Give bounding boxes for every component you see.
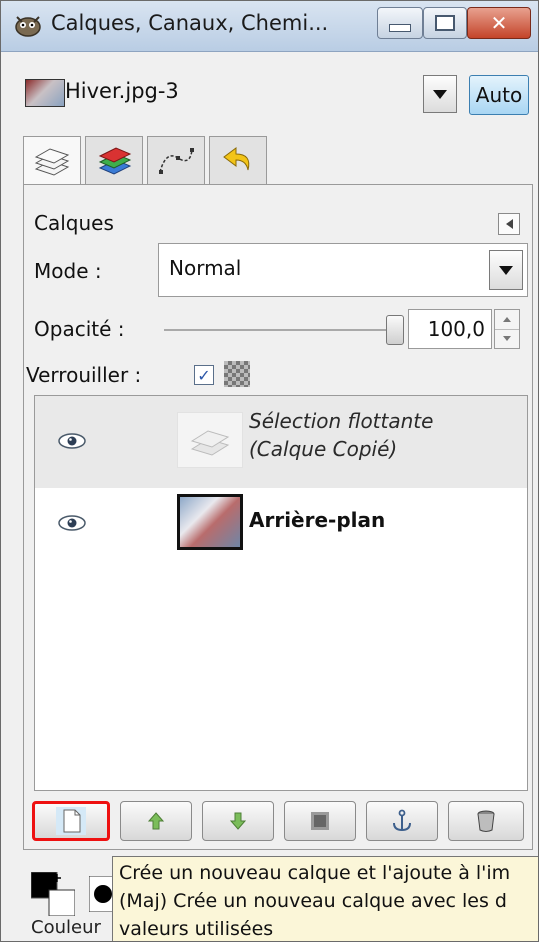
arrow-up-icon (147, 812, 165, 830)
window-title: Calques, Canaux, Chemi... (51, 11, 329, 35)
lock-alpha-icon[interactable] (224, 361, 250, 387)
close-button[interactable]: ✕ (467, 7, 531, 39)
panel-menu-button[interactable] (498, 213, 520, 235)
tab-undo-history[interactable] (209, 136, 267, 184)
layer-name-line2: (Calque Copié) (249, 437, 398, 461)
layers-dock-window: Calques, Canaux, Chemi... ✕ Hiver.jpg-3 … (0, 0, 539, 942)
floating-selection-icon (190, 430, 230, 456)
opacity-label: Opacité : (34, 317, 125, 341)
spin-down-icon (503, 336, 511, 341)
mode-value: Normal (169, 256, 242, 280)
tab-channels[interactable] (85, 136, 143, 184)
layers-list: Sélection flottante (Calque Copié) Arriè… (34, 395, 528, 791)
mode-label: Mode : (34, 259, 102, 283)
checkmark-icon: ✓ (197, 365, 211, 385)
mode-dropdown-button[interactable] (489, 250, 523, 290)
tab-layers[interactable] (23, 136, 81, 186)
layers-panel: Calques Mode : Normal Opacité : 100,0 Ve… (23, 184, 533, 850)
minimize-button[interactable] (377, 7, 423, 39)
maximize-icon (435, 15, 455, 31)
color-label: Couleur (31, 917, 101, 938)
brush-circle-icon[interactable] (89, 876, 113, 912)
layer-thumbnail (177, 412, 243, 468)
paths-icon (159, 147, 194, 174)
layers-stack-icon (34, 147, 70, 176)
panel-menu-icon (505, 219, 513, 229)
channels-icon (98, 146, 132, 175)
spin-up-icon (503, 317, 511, 322)
opacity-input[interactable]: 100,0 (408, 309, 492, 349)
opacity-spinner[interactable] (494, 309, 520, 349)
duplicate-icon (311, 812, 329, 830)
image-dropdown-button[interactable] (423, 75, 457, 113)
anchor-layer-button[interactable] (366, 801, 438, 841)
fg-bg-color-icon[interactable] (31, 872, 75, 916)
opacity-slider[interactable] (164, 329, 394, 331)
spin-down-button[interactable] (495, 329, 519, 348)
undo-icon (223, 146, 250, 170)
eye-visibility-icon[interactable] (57, 432, 87, 450)
tab-paths[interactable] (147, 136, 205, 184)
mode-select[interactable]: Normal (158, 243, 528, 297)
chevron-down-icon (499, 265, 513, 275)
new-layer-icon (56, 807, 86, 835)
layer-row-background[interactable]: Arrière-plan (35, 488, 527, 580)
gimp-app-icon (15, 16, 41, 37)
lock-label: Verrouiller : (26, 363, 142, 387)
close-icon: ✕ (490, 11, 508, 35)
duplicate-layer-button[interactable] (284, 801, 356, 841)
panel-title: Calques (34, 211, 114, 235)
layer-name: Arrière-plan (249, 508, 386, 532)
lock-pixels-checkbox[interactable]: ✓ (194, 365, 214, 385)
opacity-slider-handle[interactable] (386, 315, 404, 345)
delete-layer-button[interactable] (448, 801, 524, 841)
auto-button[interactable]: Auto (469, 75, 529, 115)
minimize-icon (389, 24, 411, 32)
tooltip-line1: Crée un nouveau calque et l'ajoute à l'i… (119, 862, 511, 884)
image-name: Hiver.jpg-3 (65, 79, 179, 103)
layer-row-floating-selection[interactable]: Sélection flottante (Calque Copié) (35, 396, 527, 488)
layer-name-line1: Sélection flottante (249, 409, 434, 433)
image-thumbnail (25, 79, 65, 107)
raise-layer-button[interactable] (120, 801, 192, 841)
tooltip-line3: valeurs utilisées (119, 918, 274, 940)
tooltip-line2: (Maj) Crée un nouveau calque avec les d (119, 890, 507, 912)
eye-visibility-icon[interactable] (57, 514, 87, 532)
arrow-down-icon (229, 812, 247, 830)
new-layer-tooltip: Crée un nouveau calque et l'ajoute à l'i… (112, 856, 538, 941)
lower-layer-button[interactable] (202, 801, 274, 841)
image-selector[interactable]: Hiver.jpg-3 Auto (15, 71, 529, 121)
maximize-button[interactable] (423, 7, 467, 39)
chevron-down-icon (433, 89, 447, 99)
title-bar[interactable]: Calques, Canaux, Chemi... ✕ (1, 1, 538, 52)
spin-up-button[interactable] (495, 310, 519, 330)
layer-thumbnail (177, 494, 243, 550)
anchor-icon (393, 809, 411, 832)
trash-icon (477, 810, 495, 832)
new-layer-button[interactable] (32, 801, 110, 841)
